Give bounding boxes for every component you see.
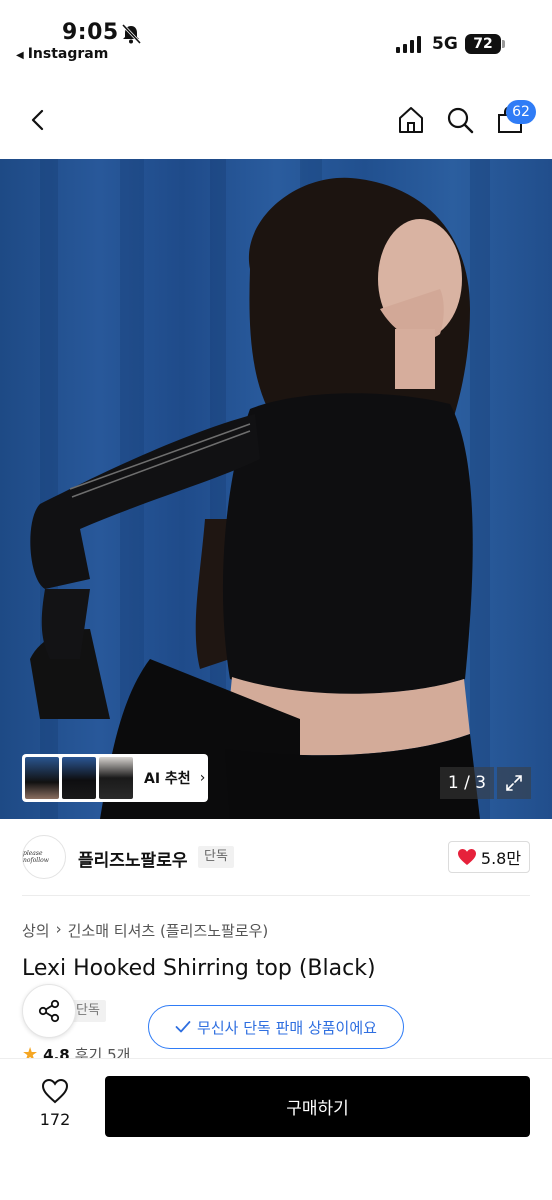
breadcrumb-item[interactable]: 긴소매 티셔츠 (플리즈노팔로우) <box>68 920 269 941</box>
chevron-right-icon: › <box>199 770 206 786</box>
heart-outline-icon <box>41 1078 69 1104</box>
home-button[interactable] <box>391 100 431 140</box>
brand-like-count: 5.8만 <box>480 849 522 868</box>
search-button[interactable] <box>440 100 480 140</box>
top-nav <box>0 90 552 154</box>
buy-button[interactable]: 구매하기 <box>105 1076 530 1137</box>
breadcrumb: 상의 › 긴소매 티셔츠 (플리즈노팔로우) <box>22 920 268 941</box>
thumbnail-3[interactable] <box>99 757 133 799</box>
ai-recommend-strip[interactable]: AI 추천 › <box>22 754 208 802</box>
expand-icon <box>506 775 522 791</box>
product-image-carousel[interactable] <box>0 159 552 819</box>
fullscreen-button[interactable] <box>497 767 531 799</box>
product-title: Lexi Hooked Shirring top (Black) <box>22 956 376 981</box>
wishlist-button[interactable]: 172 <box>30 1078 80 1129</box>
home-icon <box>399 107 423 133</box>
product-photo <box>30 159 490 819</box>
check-icon <box>175 1021 191 1033</box>
back-button[interactable] <box>18 100 58 140</box>
back-to-app-link[interactable]: ◀ Instagram <box>16 46 108 62</box>
breadcrumb-item[interactable]: 상의 <box>22 920 50 941</box>
brand-like-button[interactable]: 5.8만 <box>448 841 530 873</box>
search-icon <box>447 107 474 134</box>
battery-tip <box>502 40 505 48</box>
cart-count-badge: 62 <box>506 100 536 124</box>
heart-filled-icon <box>457 849 476 865</box>
exclusive-notice-toast: 무신사 단독 판매 상품이에요 <box>148 1005 404 1049</box>
brand-logo-text: please nofollow <box>23 850 49 864</box>
share-icon <box>38 999 60 1023</box>
thumbnail-1[interactable] <box>25 757 59 799</box>
network-type: 5G <box>432 34 458 54</box>
back-triangle-icon: ◀ <box>16 50 24 61</box>
status-bar: 9:05 ◀ Instagram 5G 72 <box>0 0 552 70</box>
exclusive-notice-text: 무신사 단독 판매 상품이에요 <box>197 1018 377 1037</box>
signal-icon <box>396 35 421 53</box>
thumbnail-2[interactable] <box>62 757 96 799</box>
divider <box>22 895 530 896</box>
back-app-label: Instagram <box>27 46 109 62</box>
brand-name[interactable]: 플리즈노팔로우 <box>78 846 187 871</box>
chevron-left-icon <box>31 109 44 131</box>
ai-recommend-label: AI 추천 <box>144 771 191 787</box>
wishlist-count: 172 <box>39 1110 71 1129</box>
bell-off-icon <box>120 23 142 48</box>
status-time: 9:05 <box>62 20 119 45</box>
battery-icon: 72 <box>465 34 501 54</box>
breadcrumb-separator-icon: › <box>55 920 62 938</box>
exclusive-badge: 단독 <box>198 846 234 868</box>
share-button[interactable] <box>22 984 76 1038</box>
brand-logo[interactable]: please nofollow <box>22 835 66 879</box>
image-page-indicator: 1 / 3 <box>440 767 494 799</box>
